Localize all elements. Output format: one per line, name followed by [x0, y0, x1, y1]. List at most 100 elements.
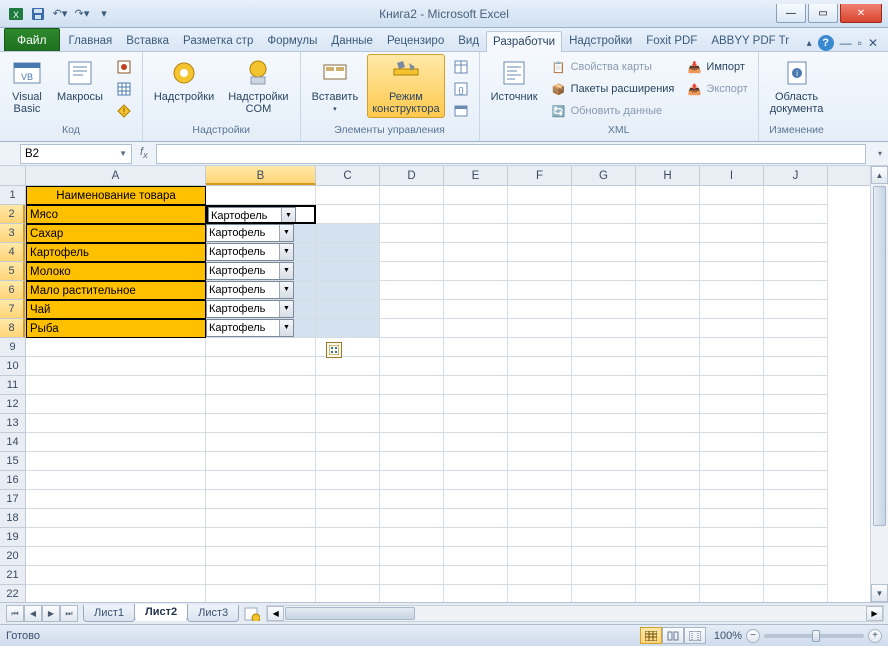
- cell-H21[interactable]: [636, 566, 700, 585]
- cell-J22[interactable]: [764, 585, 828, 602]
- cell-B15[interactable]: [206, 452, 316, 471]
- cell-C2[interactable]: [316, 205, 380, 224]
- cell-I19[interactable]: [700, 528, 764, 547]
- cell-C12[interactable]: [316, 395, 380, 414]
- cell-I7[interactable]: [700, 300, 764, 319]
- cell-A4[interactable]: Картофель: [26, 243, 206, 262]
- col-header-J[interactable]: J: [764, 166, 828, 185]
- tab-pagelayout[interactable]: Разметка стр: [176, 30, 260, 51]
- cell-H3[interactable]: [636, 224, 700, 243]
- cell-C6[interactable]: [316, 281, 380, 300]
- name-box[interactable]: B2 ▼: [20, 144, 132, 164]
- cell-E5[interactable]: [444, 262, 508, 281]
- doc-minimize-icon[interactable]: —: [840, 36, 852, 50]
- cell-H14[interactable]: [636, 433, 700, 452]
- tab-developer[interactable]: Разработчи: [486, 31, 562, 52]
- cell-E20[interactable]: [444, 547, 508, 566]
- cell-I10[interactable]: [700, 357, 764, 376]
- cell-H4[interactable]: [636, 243, 700, 262]
- cell-D9[interactable]: [380, 338, 444, 357]
- scroll-thumb[interactable]: [873, 186, 886, 526]
- vertical-scrollbar[interactable]: ▲ ▼: [870, 166, 888, 602]
- cell-J1[interactable]: [764, 186, 828, 205]
- doc-restore-icon[interactable]: ▫: [858, 36, 862, 50]
- row-header-12[interactable]: 12: [0, 395, 25, 414]
- maximize-button[interactable]: ▭: [808, 4, 838, 23]
- cell-C19[interactable]: [316, 528, 380, 547]
- cell-B4[interactable]: Картофель▼: [206, 243, 316, 262]
- hscroll-right[interactable]: ▶: [866, 606, 883, 621]
- cell-C1[interactable]: [316, 186, 380, 205]
- cell-H1[interactable]: [636, 186, 700, 205]
- cell-D7[interactable]: [380, 300, 444, 319]
- cell-G22[interactable]: [572, 585, 636, 602]
- cell-H19[interactable]: [636, 528, 700, 547]
- cell-B14[interactable]: [206, 433, 316, 452]
- cell-F4[interactable]: [508, 243, 572, 262]
- tab-insert[interactable]: Вставка: [119, 30, 176, 51]
- cell-G4[interactable]: [572, 243, 636, 262]
- combobox-control[interactable]: Картофель▼: [206, 300, 294, 318]
- view-normal-button[interactable]: [640, 627, 662, 644]
- cell-G5[interactable]: [572, 262, 636, 281]
- cell-A15[interactable]: [26, 452, 206, 471]
- cell-G6[interactable]: [572, 281, 636, 300]
- new-sheet-button[interactable]: [242, 606, 262, 622]
- sheet-nav-next[interactable]: ▶: [42, 605, 60, 622]
- cell-C8[interactable]: [316, 319, 380, 338]
- cell-H12[interactable]: [636, 395, 700, 414]
- cell-A6[interactable]: Мало растительное: [26, 281, 206, 300]
- row-header-14[interactable]: 14: [0, 433, 25, 452]
- row-header-9[interactable]: 9: [0, 338, 25, 357]
- cell-B8[interactable]: Картофель▼: [206, 319, 316, 338]
- row-header-1[interactable]: 1: [0, 186, 25, 205]
- cell-C18[interactable]: [316, 509, 380, 528]
- combobox-control[interactable]: Картофель▼: [206, 319, 294, 337]
- cell-B22[interactable]: [206, 585, 316, 602]
- cell-A21[interactable]: [26, 566, 206, 585]
- cell-A22[interactable]: [26, 585, 206, 602]
- doc-close-icon[interactable]: ✕: [868, 36, 878, 50]
- tab-view[interactable]: Вид: [451, 30, 486, 51]
- sheet-nav-last[interactable]: ⏭: [60, 605, 78, 622]
- row-header-17[interactable]: 17: [0, 490, 25, 509]
- cell-D17[interactable]: [380, 490, 444, 509]
- cell-F13[interactable]: [508, 414, 572, 433]
- cell-D5[interactable]: [380, 262, 444, 281]
- cell-B16[interactable]: [206, 471, 316, 490]
- ribbon-minimize-icon[interactable]: ▴: [807, 38, 812, 49]
- cell-E11[interactable]: [444, 376, 508, 395]
- cell-B7[interactable]: Картофель▼: [206, 300, 316, 319]
- addins-button[interactable]: Надстройки: [149, 54, 219, 106]
- cell-G20[interactable]: [572, 547, 636, 566]
- zoom-in-button[interactable]: +: [868, 629, 882, 643]
- tab-review[interactable]: Рецензиро: [380, 30, 451, 51]
- refresh-data-button[interactable]: 🔄Обновить данные: [547, 100, 679, 122]
- sheet-nav-prev[interactable]: ◀: [24, 605, 42, 622]
- cell-E19[interactable]: [444, 528, 508, 547]
- cell-E8[interactable]: [444, 319, 508, 338]
- cell-F2[interactable]: [508, 205, 572, 224]
- cell-E7[interactable]: [444, 300, 508, 319]
- doc-panel-button[interactable]: i Область документа: [765, 54, 829, 118]
- undo-icon[interactable]: ↶▾: [50, 4, 70, 24]
- cell-G18[interactable]: [572, 509, 636, 528]
- cell-E16[interactable]: [444, 471, 508, 490]
- cell-D2[interactable]: [380, 205, 444, 224]
- cell-A19[interactable]: [26, 528, 206, 547]
- cell-F20[interactable]: [508, 547, 572, 566]
- cell-G19[interactable]: [572, 528, 636, 547]
- run-dialog-button[interactable]: [449, 100, 473, 122]
- tab-addins[interactable]: Надстройки: [562, 30, 639, 51]
- expand-formula-icon[interactable]: ▾: [872, 149, 888, 158]
- cell-I9[interactable]: [700, 338, 764, 357]
- col-header-C[interactable]: C: [316, 166, 380, 185]
- cell-A12[interactable]: [26, 395, 206, 414]
- view-code-button[interactable]: {}: [449, 78, 473, 100]
- cell-A20[interactable]: [26, 547, 206, 566]
- help-icon[interactable]: ?: [818, 35, 834, 51]
- row-header-18[interactable]: 18: [0, 509, 25, 528]
- cell-F15[interactable]: [508, 452, 572, 471]
- export-button[interactable]: 📤Экспорт: [682, 78, 751, 100]
- qat-dropdown-icon[interactable]: ▾: [94, 4, 114, 24]
